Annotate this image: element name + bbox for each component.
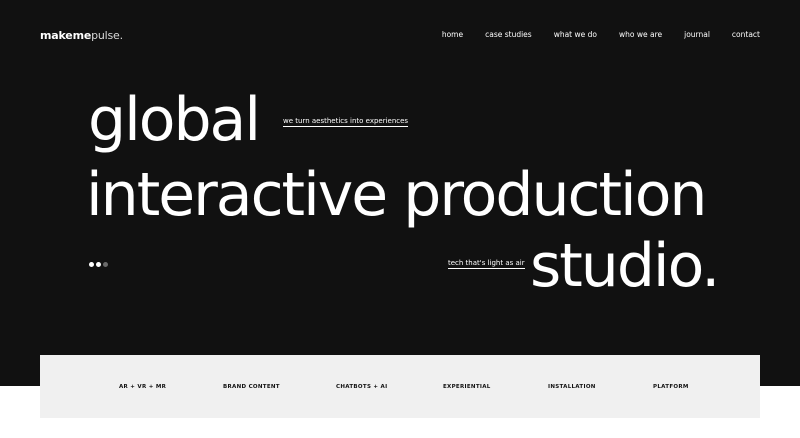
nav-item-what-we-do[interactable]: what we do [554, 30, 597, 39]
service-experiential[interactable]: EXPERIENTIAL [443, 384, 491, 390]
tagline-link-2[interactable]: tech that's light as air [448, 259, 525, 269]
service-platform[interactable]: PLATFORM [653, 384, 689, 390]
headline-line-2: interactive production [86, 160, 707, 230]
slider-dot-2[interactable] [96, 262, 101, 267]
services-bar: AR + VR + MR BRAND CONTENT CHATBOTS + AI… [40, 355, 760, 418]
nav-item-home[interactable]: home [442, 30, 463, 39]
nav-item-contact[interactable]: contact [732, 30, 760, 39]
service-installation[interactable]: INSTALLATION [548, 384, 596, 390]
logo-bold: makeme [40, 29, 92, 42]
tagline-link-1[interactable]: we turn aesthetics into experiences [283, 117, 409, 127]
headline-line-3: studio. [530, 231, 720, 301]
nav-item-case-studies[interactable]: case studies [485, 30, 532, 39]
logo-light: pulse. [91, 29, 123, 42]
nav-item-who-we-are[interactable]: who we are [619, 30, 662, 39]
headline-line-1: global [88, 85, 261, 155]
logo[interactable]: makemepulse. [40, 29, 123, 42]
main-nav: home case studies what we do who we are … [420, 30, 760, 39]
nav-item-journal[interactable]: journal [684, 30, 710, 39]
service-chatbots-ai[interactable]: CHATBOTS + AI [336, 384, 387, 390]
service-brand-content[interactable]: BRAND CONTENT [223, 384, 280, 390]
hero-section: makemepulse. home case studies what we d… [0, 0, 800, 386]
service-ar-vr-mr[interactable]: AR + VR + MR [119, 384, 166, 390]
slider-dot-3[interactable] [103, 262, 108, 267]
page: makemepulse. home case studies what we d… [0, 0, 800, 438]
slider-dots [89, 262, 108, 267]
slider-dot-1[interactable] [89, 262, 94, 267]
